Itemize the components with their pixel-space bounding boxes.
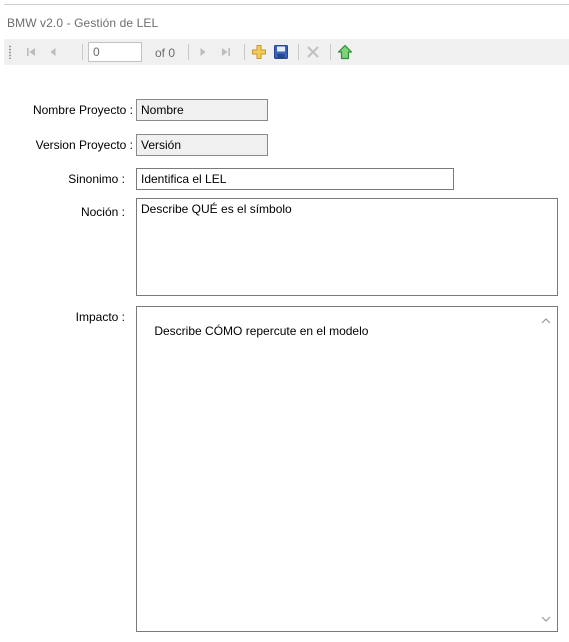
nombre-proyecto-field[interactable]: Nombre (136, 99, 268, 121)
window-title: BMW v2.0 - Gestión de LEL (7, 16, 159, 30)
toolbar-grip[interactable] (9, 45, 11, 59)
toolbar-separator (188, 44, 189, 60)
window-top-border (4, 4, 569, 5)
scroll-down-icon[interactable] (541, 615, 551, 623)
impacto-textarea[interactable]: Describe CÓMO repercute en el modelo (136, 306, 558, 632)
move-first-icon[interactable] (22, 43, 40, 61)
impacto-label: Impacto : (75, 310, 125, 324)
scroll-up-icon[interactable] (541, 317, 551, 325)
count-label: of 0 (155, 46, 176, 60)
binding-navigator: of 0 (4, 39, 569, 65)
nocion-label: Noción : (80, 205, 125, 219)
move-previous-icon[interactable] (44, 43, 62, 61)
toolbar-separator (82, 44, 83, 60)
add-new-icon[interactable] (250, 43, 268, 61)
delete-icon[interactable] (304, 43, 322, 61)
home-icon[interactable] (336, 43, 354, 61)
position-input[interactable] (88, 42, 142, 62)
toolbar-separator (298, 44, 299, 60)
toolbar-separator (244, 44, 245, 60)
nocion-textarea[interactable]: Describe QUÉ es el símbolo (136, 198, 558, 296)
sinonimo-label: Sinonimo : (68, 172, 125, 186)
window: BMW v2.0 - Gestión de LEL of 0 (0, 0, 569, 642)
move-last-icon[interactable] (217, 43, 235, 61)
move-next-icon[interactable] (194, 43, 212, 61)
version-proyecto-label: Version Proyecto : (35, 138, 133, 152)
version-proyecto-field[interactable]: Versión (136, 134, 268, 156)
save-icon[interactable] (272, 43, 290, 61)
nombre-proyecto-label: Nombre Proyecto : (32, 103, 133, 117)
impacto-text: Describe CÓMO repercute en el modelo (154, 324, 369, 338)
toolbar-separator (330, 44, 331, 60)
sinonimo-input[interactable]: Identifica el LEL (136, 168, 454, 190)
